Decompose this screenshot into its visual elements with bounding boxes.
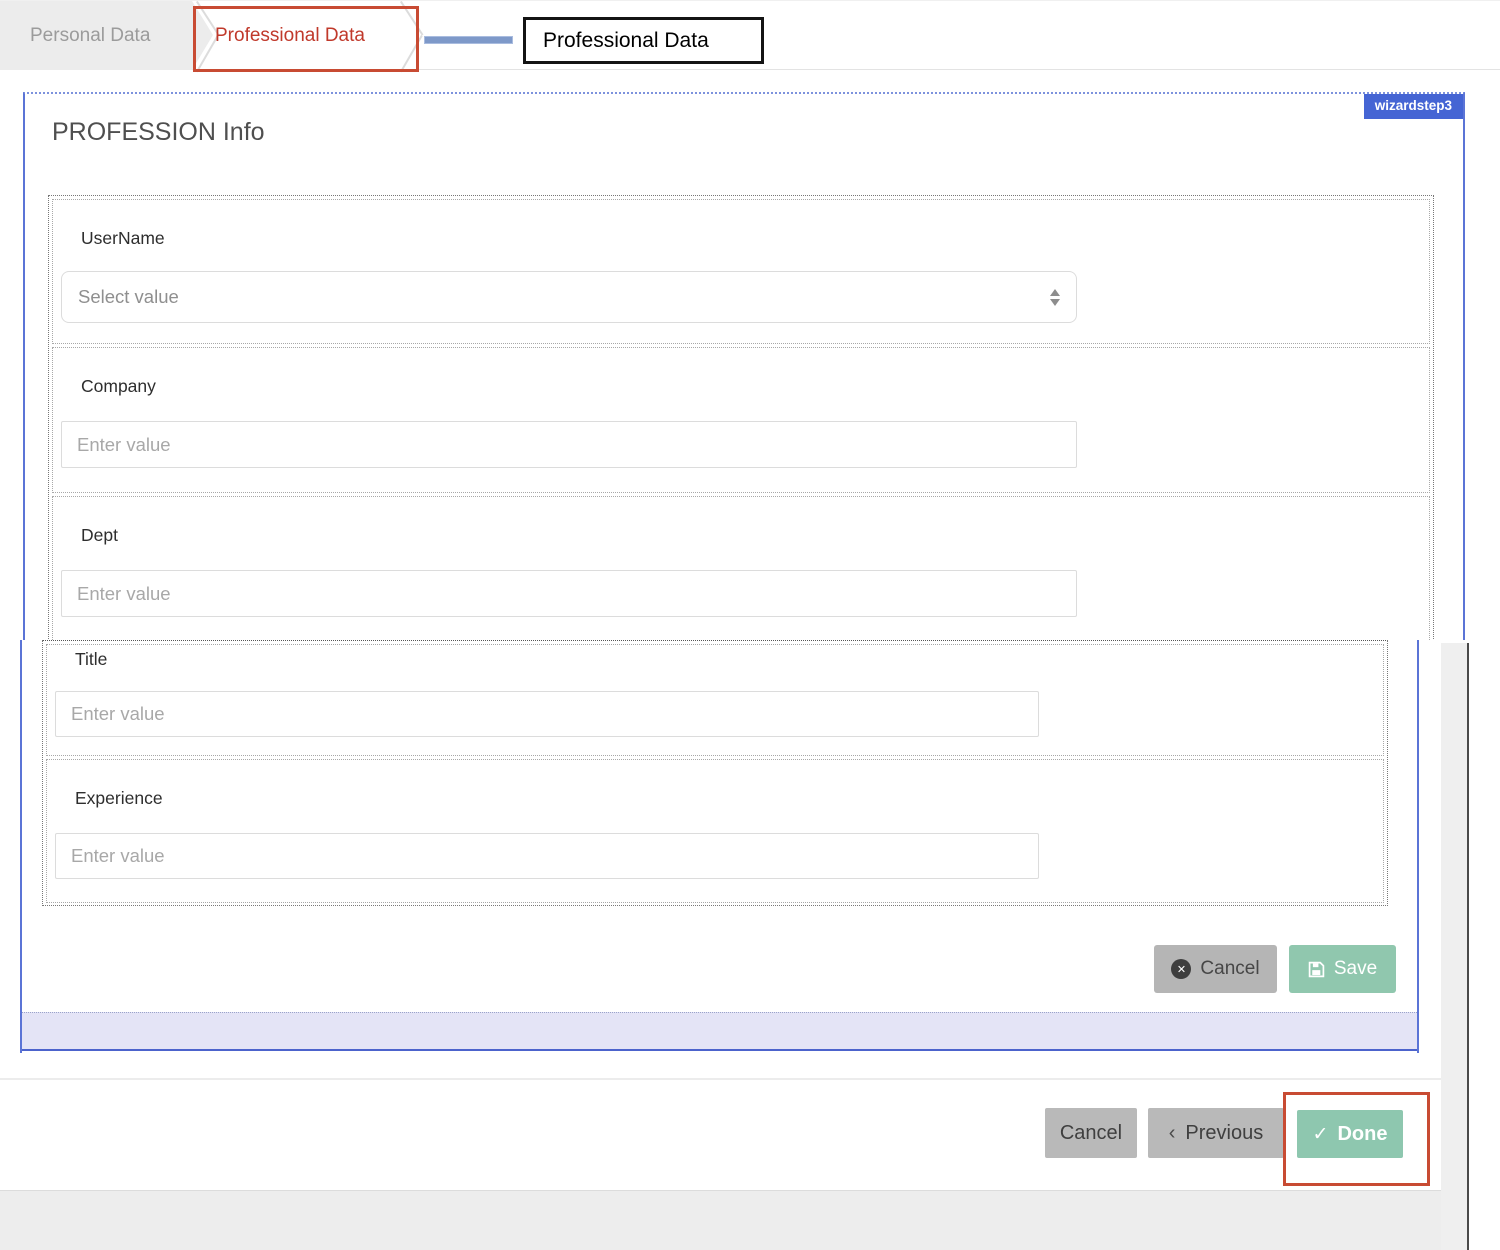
tab-professional-data[interactable]: Professional Data xyxy=(215,1,365,70)
cancel-circle-x-icon: ✕ xyxy=(1171,959,1191,979)
right-scroll-gutter[interactable] xyxy=(1441,643,1467,1250)
form-container: UserName Select value Company Dept xyxy=(48,195,1434,640)
field-group-title[interactable]: Title xyxy=(46,644,1384,756)
dept-label: Dept xyxy=(81,525,118,546)
footer-previous-button[interactable]: ‹ Previous xyxy=(1148,1108,1284,1158)
footer-previous-label: Previous xyxy=(1185,1122,1263,1145)
wizard-step-panel-bottom: Title Experience ✕ Cancel xyxy=(20,640,1419,1053)
wizard-step-panel-top: wizardstep3 PROFESSION Info UserName Sel… xyxy=(23,92,1465,640)
panel-cancel-label: Cancel xyxy=(1200,958,1259,980)
arrow-down-icon xyxy=(1050,299,1060,306)
panel-cancel-button[interactable]: ✕ Cancel xyxy=(1154,945,1277,993)
app-window: Personal Data Professional Data Professi… xyxy=(0,0,1500,1250)
title-label: Title xyxy=(75,649,107,670)
arrow-up-icon xyxy=(1050,289,1060,296)
tab-separator-chevron xyxy=(400,1,424,71)
field-group-company[interactable]: Company xyxy=(52,347,1430,493)
annotation-callout: Professional Data xyxy=(523,17,764,64)
annotation-connector-line xyxy=(424,36,513,44)
wizardstep-badge: wizardstep3 xyxy=(1364,94,1463,119)
company-label: Company xyxy=(81,376,156,397)
username-select-placeholder: Select value xyxy=(78,286,179,308)
field-group-username[interactable]: UserName Select value xyxy=(52,199,1430,344)
username-select[interactable]: Select value xyxy=(61,271,1077,323)
footer-cancel-button[interactable]: Cancel xyxy=(1045,1108,1137,1158)
title-input[interactable] xyxy=(55,691,1039,737)
footer-done-label: Done xyxy=(1337,1123,1387,1146)
checkmark-icon: ✓ xyxy=(1313,1123,1329,1146)
experience-input[interactable] xyxy=(55,833,1039,879)
save-floppy-icon xyxy=(1308,961,1325,978)
select-updown-arrows-icon[interactable] xyxy=(1050,289,1060,306)
field-group-experience[interactable]: Experience xyxy=(46,759,1384,903)
window-right-border xyxy=(1467,643,1469,1250)
panel-footer-strip xyxy=(22,1012,1417,1051)
annotation-callout-label: Professional Data xyxy=(543,29,709,53)
experience-label: Experience xyxy=(75,788,163,809)
footer-cancel-label: Cancel xyxy=(1060,1122,1122,1145)
footer-divider xyxy=(0,1078,1447,1080)
chevron-left-icon: ‹ xyxy=(1169,1122,1176,1145)
panel-save-button[interactable]: Save xyxy=(1289,945,1396,993)
username-label: UserName xyxy=(81,228,165,249)
page-title: PROFESSION Info xyxy=(52,118,265,147)
panel-save-label: Save xyxy=(1334,958,1377,980)
bottom-gray-strip xyxy=(0,1190,1464,1250)
footer-done-button[interactable]: ✓ Done xyxy=(1297,1110,1403,1158)
stitched-bottom-section: Title Experience ✕ Cancel xyxy=(0,640,1500,1250)
form-container-continued: Title Experience xyxy=(42,640,1388,906)
field-group-dept[interactable]: Dept xyxy=(52,496,1430,640)
company-input[interactable] xyxy=(61,421,1077,468)
tab-personal-data[interactable]: Personal Data xyxy=(30,1,150,70)
dept-input[interactable] xyxy=(61,570,1077,617)
